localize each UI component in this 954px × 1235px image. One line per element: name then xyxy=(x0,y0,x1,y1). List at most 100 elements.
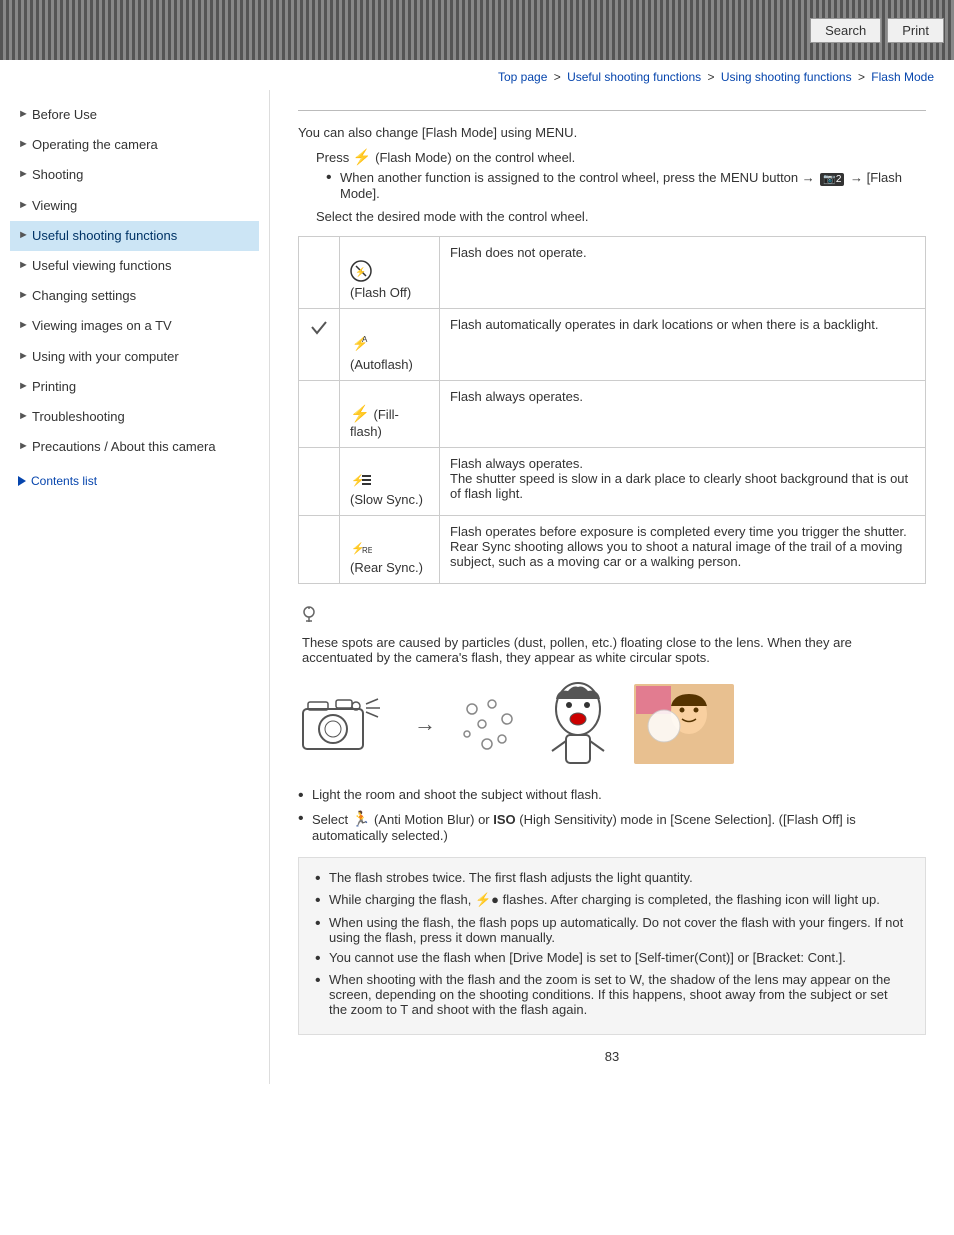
sidebar-arrow: ► xyxy=(18,228,32,243)
info-bullet-item: • When using the flash, the flash pops u… xyxy=(315,915,909,945)
breadcrumb-useful-shooting[interactable]: Useful shooting functions xyxy=(567,70,701,84)
sidebar-label: Changing settings xyxy=(32,287,251,305)
iso-icon: ISO xyxy=(493,812,515,827)
sidebar-item-changing-settings[interactable]: ► Changing settings xyxy=(10,281,259,311)
tip-icon xyxy=(298,604,320,626)
bullet-dot: • xyxy=(298,787,312,805)
menu-camera-icon: 📷2 xyxy=(820,173,844,186)
anti-motion-icon: 🏃 xyxy=(352,811,371,828)
tip-section: These spots are caused by particles (dus… xyxy=(298,604,926,665)
sidebar-arrow: ► xyxy=(18,288,32,303)
main-content: You can also change [Flash Mode] using M… xyxy=(270,90,954,1084)
illustrations-row: → xyxy=(298,679,926,769)
sidebar-item-printing[interactable]: ► Printing xyxy=(10,372,259,402)
dust-illustration xyxy=(452,689,522,759)
sidebar-label: Using with your computer xyxy=(32,348,251,366)
check-cell xyxy=(299,381,340,448)
sidebar-item-using-computer[interactable]: ► Using with your computer xyxy=(10,342,259,372)
bullet-dot: • xyxy=(315,972,329,990)
sidebar-label: Useful viewing functions xyxy=(32,257,251,275)
sidebar-label: Precautions / About this camera xyxy=(32,438,251,456)
sidebar-label: Useful shooting functions xyxy=(32,227,251,245)
flash-charging-icon: ⚡● xyxy=(475,892,499,907)
sidebar: ► Before Use ► Operating the camera ► Sh… xyxy=(0,90,270,1084)
contents-list-label: Contents list xyxy=(31,474,97,488)
sidebar-arrow: ► xyxy=(18,258,32,273)
sidebar-item-useful-viewing[interactable]: ► Useful viewing functions xyxy=(10,251,259,281)
press-line: Press ⚡ (Flash Mode) on the control whee… xyxy=(316,148,926,166)
breadcrumb-toppage[interactable]: Top page xyxy=(498,70,547,84)
sidebar-item-viewing[interactable]: ► Viewing xyxy=(10,191,259,221)
bullet-dot: • xyxy=(315,892,329,910)
table-row: ⚡ (Fill-flash) Flash always operates. xyxy=(299,381,926,448)
contents-list-link[interactable]: Contents list xyxy=(10,474,259,488)
svg-text:A: A xyxy=(362,335,368,344)
breadcrumb-using-shooting[interactable]: Using shooting functions xyxy=(721,70,852,84)
search-button[interactable]: Search xyxy=(810,18,881,43)
sidebar-label: Before Use xyxy=(32,106,251,124)
bullet-item: • Select 🏃 (Anti Motion Blur) or ISO (Hi… xyxy=(298,810,926,843)
sidebar-arrow: ► xyxy=(18,167,32,182)
bullet-dot: • xyxy=(315,870,329,888)
sidebar-arrow: ► xyxy=(18,409,32,424)
svg-text:⚡: ⚡ xyxy=(355,266,366,278)
bullet-dot: • xyxy=(315,950,329,968)
sidebar-label: Shooting xyxy=(32,166,251,184)
sidebar-label: Viewing xyxy=(32,197,251,215)
info-bullet-item: • You cannot use the flash when [Drive M… xyxy=(315,950,909,968)
page-layout: ► Before Use ► Operating the camera ► Sh… xyxy=(0,90,954,1104)
rear-sync-icon: ⚡ REAR xyxy=(350,539,372,557)
check-cell xyxy=(299,237,340,309)
select-line: Select the desired mode with the control… xyxy=(316,209,926,224)
info-bullet-item: • When shooting with the flash and the z… xyxy=(315,972,909,1017)
icon-cell: ⚡ REAR (Rear Sync.) xyxy=(340,516,440,584)
slow-sync-icon: ⚡ xyxy=(350,471,372,489)
sidebar-item-shooting[interactable]: ► Shooting xyxy=(10,160,259,190)
divider xyxy=(298,110,926,111)
sidebar-label: Operating the camera xyxy=(32,136,251,154)
check-cell xyxy=(299,516,340,584)
icon-cell: ⚡ A (Autoflash) xyxy=(340,309,440,381)
check-cell xyxy=(299,448,340,516)
description-cell: Flash always operates.The shutter speed … xyxy=(440,448,926,516)
flash-icon: ⚡ xyxy=(353,149,372,166)
svg-text:REAR: REAR xyxy=(362,546,372,555)
icon-cell: ⚡ (Flash Off) xyxy=(340,237,440,309)
print-button[interactable]: Print xyxy=(887,18,944,43)
description-cell: Flash always operates. xyxy=(440,381,926,448)
flash-off-icon: ⚡ xyxy=(350,260,372,282)
bullet-item: • Light the room and shoot the subject w… xyxy=(298,787,926,805)
sidebar-item-precautions[interactable]: ► Precautions / About this camera xyxy=(10,432,259,462)
icon-cell: ⚡ (Fill-flash) xyxy=(340,381,440,448)
tip-text: These spots are caused by particles (dus… xyxy=(302,635,926,665)
fill-flash-icon: ⚡ xyxy=(350,406,370,423)
table-row: ⚡ (Slow Sync.) Flash always operates.The… xyxy=(299,448,926,516)
breadcrumb-flash-mode[interactable]: Flash Mode xyxy=(871,70,934,84)
camera-illustration xyxy=(298,684,398,764)
sidebar-item-troubleshooting[interactable]: ► Troubleshooting xyxy=(10,402,259,432)
check-cell xyxy=(299,309,340,381)
sidebar-arrow: ► xyxy=(18,107,32,122)
description-cell: Flash operates before exposure is comple… xyxy=(440,516,926,584)
checkmark-icon xyxy=(309,317,329,337)
table-row: ⚡ (Flash Off) Flash does not operate. xyxy=(299,237,926,309)
intro-text: You can also change [Flash Mode] using M… xyxy=(298,125,926,140)
sidebar-item-operating[interactable]: ► Operating the camera xyxy=(10,130,259,160)
sidebar-arrow: ► xyxy=(18,318,32,333)
flash-mode-table: ⚡ (Flash Off) Flash does not operate. xyxy=(298,236,926,584)
bullet-dot: • xyxy=(298,810,312,828)
sidebar-item-viewing-tv[interactable]: ► Viewing images on a TV xyxy=(10,311,259,341)
info-bullet-item: • While charging the flash, ⚡● flashes. … xyxy=(315,892,909,910)
sidebar-label: Viewing images on a TV xyxy=(32,317,251,335)
sidebar-item-before-use[interactable]: ► Before Use xyxy=(10,100,259,130)
sidebar-item-useful-shooting[interactable]: ► Useful shooting functions xyxy=(10,221,259,251)
description-cell: Flash does not operate. xyxy=(440,237,926,309)
sidebar-arrow: ► xyxy=(18,198,32,213)
info-box: • The flash strobes twice. The first fla… xyxy=(298,857,926,1036)
sidebar-label: Troubleshooting xyxy=(32,408,251,426)
arrow-icon: → xyxy=(414,711,436,737)
bullet-dot: • xyxy=(315,915,329,933)
table-row: ⚡ REAR (Rear Sync.) Flash operates befor… xyxy=(299,516,926,584)
table-row: ⚡ A (Autoflash) Flash automatically oper… xyxy=(299,309,926,381)
header: Search Print xyxy=(0,0,954,60)
